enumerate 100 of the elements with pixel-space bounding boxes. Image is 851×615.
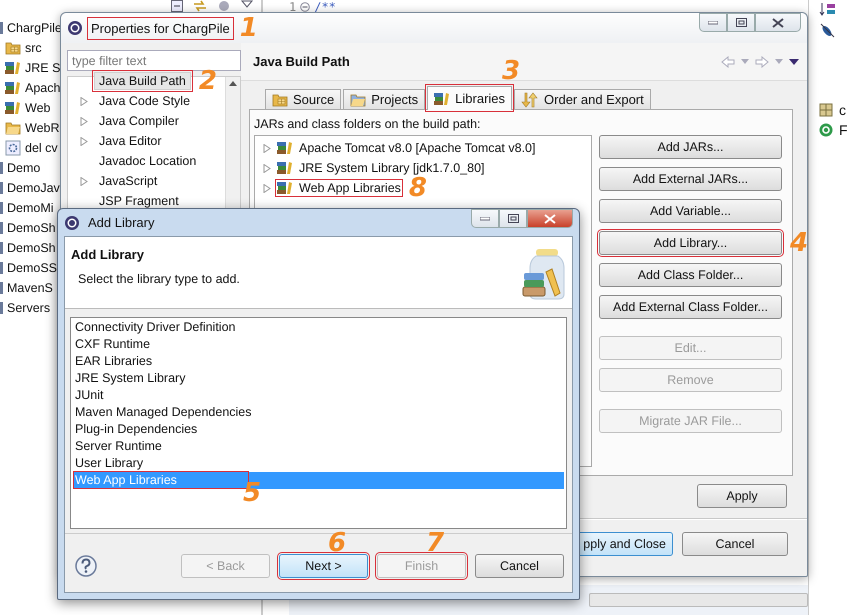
expand-icon[interactable] — [80, 136, 88, 146]
tab[interactable]: Projects — [343, 89, 426, 109]
folder-icon — [5, 121, 21, 135]
books-icon — [5, 61, 21, 75]
tree-item[interactable]: Java Build Path — [94, 72, 191, 90]
step-number: 7 — [426, 530, 444, 556]
apply-button[interactable]: Apply — [697, 484, 787, 508]
class-icon — [819, 123, 833, 137]
list-item[interactable]: JRE System Library — [73, 370, 564, 387]
list-item[interactable]: Connectivity Driver Definition — [73, 319, 564, 336]
sort-icon[interactable] — [819, 2, 837, 16]
outline-item[interactable]: c — [839, 102, 846, 118]
settings-file-icon — [5, 140, 21, 156]
step-number: 3 — [502, 58, 520, 84]
project-label[interactable]: DemoSh — [7, 221, 56, 235]
project-label[interactable]: DemoJav — [7, 181, 60, 195]
action-button[interactable]: Add Class Folder... — [599, 263, 782, 287]
step-number: 6 — [328, 530, 346, 556]
project-icon — [0, 282, 3, 294]
expand-icon[interactable] — [80, 96, 88, 106]
page-title: Java Build Path — [253, 54, 350, 69]
project-label[interactable]: DemoSS — [7, 261, 58, 275]
collapse-icon[interactable] — [171, 0, 183, 12]
focus-icon[interactable] — [217, 0, 231, 12]
outline-item[interactable]: F — [839, 122, 848, 138]
wizard-button[interactable]: Cancel — [475, 554, 564, 578]
tree-item[interactable]: Java Compiler — [94, 112, 184, 130]
library-item[interactable]: Web App Libraries — [277, 181, 401, 195]
books-icon — [277, 141, 293, 155]
list-item[interactable]: Server Runtime — [73, 438, 564, 455]
list-item[interactable]: JUnit — [73, 387, 564, 404]
tree-item[interactable]: del cv — [25, 141, 58, 155]
library-item[interactable]: JRE System Library [jdk1.7.0_80] — [277, 161, 484, 175]
maximize-icon — [736, 18, 746, 27]
fold-icon[interactable] — [300, 2, 310, 12]
wizard-button[interactable]: Next > — [279, 554, 368, 578]
project-icon — [0, 242, 3, 254]
tab[interactable]: Source — [265, 89, 342, 109]
minimize-icon — [480, 216, 490, 220]
scrollbar[interactable] — [589, 593, 808, 607]
project-label[interactable]: Servers — [7, 301, 50, 315]
action-button[interactable]: Add External JARs... — [599, 167, 782, 191]
action-button[interactable]: Add Variable... — [599, 199, 782, 223]
list-item[interactable]: EAR Libraries — [73, 353, 564, 370]
tree-item[interactable]: Apach — [25, 81, 60, 95]
tree-item[interactable]: JavaScript — [94, 172, 162, 190]
dropdown-icon[interactable] — [241, 0, 253, 8]
books-icon — [277, 161, 293, 175]
tree-item[interactable]: src — [25, 41, 42, 55]
list-item[interactable]: CXF Runtime — [73, 336, 564, 353]
close-button[interactable] — [755, 13, 801, 32]
maximize-button[interactable] — [727, 13, 755, 32]
tree-item[interactable]: JSP Fragment — [94, 192, 184, 210]
project-label[interactable]: Demo — [7, 161, 40, 175]
dialog-heading: Add Library — [71, 247, 145, 262]
tree-item[interactable]: Web — [25, 101, 50, 115]
list-item[interactable]: Maven Managed Dependencies — [73, 404, 564, 421]
step-number: 8 — [408, 175, 428, 201]
books-icon — [5, 81, 21, 95]
help-icon[interactable] — [75, 555, 97, 577]
tab[interactable]: Order and Export — [514, 89, 651, 109]
scroll-up-icon[interactable] — [229, 81, 237, 86]
action-button[interactable]: Add External Class Folder... — [599, 295, 782, 319]
tree-item[interactable]: Java Code Style — [94, 92, 196, 110]
project-icon — [0, 162, 3, 174]
tree-item[interactable]: Java Editor — [94, 132, 167, 150]
tree-item[interactable]: JRE S — [25, 61, 60, 75]
tree-item[interactable]: Javadoc Location — [94, 152, 202, 170]
filter-field[interactable]: type filter text — [67, 50, 241, 71]
window-title: Properties for ChargPile — [89, 18, 232, 38]
step-number: 4 — [790, 230, 808, 256]
list-item[interactable]: Plug-in Dependencies — [73, 421, 564, 438]
project-label[interactable]: ChargPile — [7, 21, 62, 35]
action-button[interactable]: Add Library... — [599, 231, 782, 255]
maximize-button[interactable] — [499, 209, 527, 228]
app-icon — [67, 20, 83, 36]
expand-icon[interactable] — [80, 176, 88, 186]
menu-icon[interactable] — [789, 58, 799, 64]
project-label[interactable]: DemoMi — [7, 201, 54, 215]
library-item[interactable]: Apache Tomcat v8.0 [Apache Tomcat v8.0] — [277, 141, 536, 155]
books-icon — [5, 101, 21, 115]
expand-icon[interactable] — [263, 164, 271, 172]
close-button[interactable] — [527, 209, 573, 228]
minimize-button[interactable] — [699, 13, 727, 32]
minimize-button[interactable] — [471, 209, 499, 228]
folder-icon — [350, 92, 366, 106]
tab[interactable]: Libraries — [427, 86, 512, 110]
project-label[interactable]: MavenS — [7, 281, 53, 295]
expand-icon[interactable] — [263, 184, 271, 192]
link-icon[interactable] — [193, 0, 207, 12]
list-item[interactable]: User Library — [73, 455, 564, 472]
project-label[interactable]: DemoSh — [7, 241, 56, 255]
action-button[interactable]: Add JARs... — [599, 135, 782, 159]
expand-icon[interactable] — [263, 144, 271, 152]
tree-item[interactable]: WebR — [25, 121, 60, 135]
hide-icon[interactable] — [819, 22, 835, 38]
expand-icon[interactable] — [80, 116, 88, 126]
project-icon — [0, 202, 3, 214]
dialog-button[interactable]: Cancel — [682, 532, 788, 556]
maximize-icon — [508, 214, 518, 223]
